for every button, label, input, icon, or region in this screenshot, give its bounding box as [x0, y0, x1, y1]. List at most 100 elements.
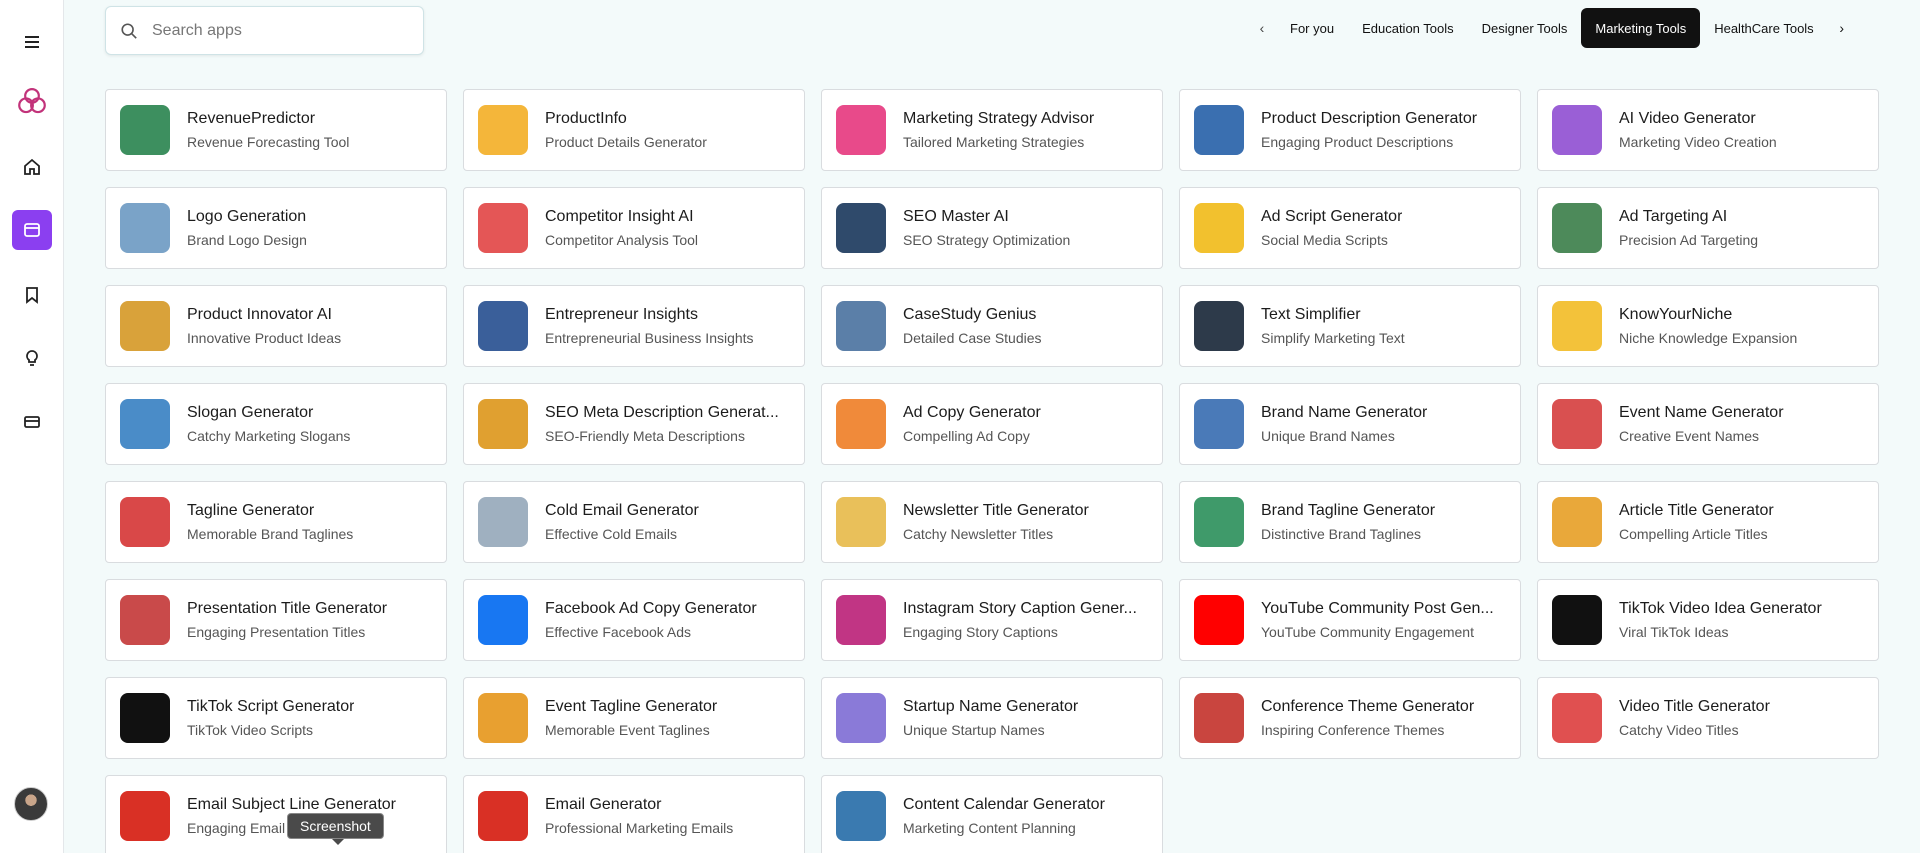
app-card[interactable]: Ad Targeting AI Precision Ad Targeting	[1537, 187, 1879, 269]
app-card[interactable]: Email Generator Professional Marketing Em…	[463, 775, 805, 853]
gmail-icon	[478, 791, 528, 841]
app-card[interactable]: Tagline Generator Memorable Brand Tagline…	[105, 481, 447, 563]
app-card[interactable]: Facebook Ad Copy Generator Effective Face…	[463, 579, 805, 661]
tab-for-you[interactable]: For you	[1276, 8, 1348, 48]
apps-icon[interactable]	[12, 210, 52, 250]
award-icon	[1194, 497, 1244, 547]
app-card[interactable]: Ad Copy Generator Compelling Ad Copy	[821, 383, 1163, 465]
app-card[interactable]: Cold Email Generator Effective Cold Email…	[463, 481, 805, 563]
app-card[interactable]: Conference Theme Generator Inspiring Conf…	[1179, 677, 1521, 759]
calendar-icon	[836, 105, 886, 155]
app-card[interactable]: Entrepreneur Insights Entrepreneurial Bus…	[463, 285, 805, 367]
content-plan-icon	[836, 791, 886, 841]
app-subtitle: Inspiring Conference Themes	[1261, 722, 1445, 738]
gmail-icon	[120, 791, 170, 841]
rocket-icon	[836, 693, 886, 743]
app-card[interactable]: SEO Master AI SEO Strategy Optimization	[821, 187, 1163, 269]
app-card[interactable]: Video Title Generator Catchy Video Titles	[1537, 677, 1879, 759]
app-subtitle: Social Media Scripts	[1261, 232, 1388, 248]
box-icon	[478, 105, 528, 155]
app-card[interactable]: Startup Name Generator Unique Startup Nam…	[821, 677, 1163, 759]
logo-icon[interactable]	[12, 81, 52, 121]
menu-icon[interactable]	[12, 22, 52, 62]
chevron-left-icon[interactable]: ‹	[1248, 8, 1276, 48]
app-title: RevenuePredictor	[187, 110, 316, 127]
app-card[interactable]: Instagram Story Caption Gener... Engaging…	[821, 579, 1163, 661]
chevron-right-icon[interactable]: ›	[1828, 8, 1856, 48]
search-input[interactable]	[152, 21, 402, 40]
app-card[interactable]: CaseStudy Genius Detailed Case Studies	[821, 285, 1163, 367]
app-card[interactable]: Email Subject Line Generator Engaging Ema…	[105, 775, 447, 853]
card-icon[interactable]	[12, 402, 52, 442]
app-card-text: Product Innovator AI Innovative Product I…	[187, 306, 341, 346]
app-card[interactable]: Event Tagline Generator Memorable Event T…	[463, 677, 805, 759]
idea-box-icon	[1194, 105, 1244, 155]
app-subtitle: Viral TikTok Ideas	[1619, 624, 1729, 640]
tab-healthcare-tools[interactable]: HealthCare Tools	[1700, 8, 1827, 48]
case-study-icon	[836, 301, 886, 351]
search-box	[105, 6, 424, 55]
app-card[interactable]: SEO Meta Description Generat... SEO-Frien…	[463, 383, 805, 465]
app-subtitle: SEO Strategy Optimization	[903, 232, 1071, 248]
app-card-text: Startup Name Generator Unique Startup Nam…	[903, 698, 1078, 738]
newsletter-icon	[836, 497, 886, 547]
app-card-text: CaseStudy Genius Detailed Case Studies	[903, 306, 1042, 346]
app-card[interactable]: Competitor Insight AI Competitor Analysis…	[463, 187, 805, 269]
app-card[interactable]: Content Calendar Generator Marketing Cont…	[821, 775, 1163, 853]
avatar[interactable]	[14, 787, 48, 821]
app-grid: RevenuePredictor Revenue Forecasting Tool…	[105, 89, 1879, 853]
app-title: YouTube Community Post Gen...	[1261, 600, 1494, 617]
app-card-text: Content Calendar Generator Marketing Cont…	[903, 796, 1105, 836]
app-card-text: Tagline Generator Memorable Brand Tagline…	[187, 502, 353, 542]
app-title: Tagline Generator	[187, 502, 315, 519]
youtube-icon	[1194, 595, 1244, 645]
app-card[interactable]: Event Name Generator Creative Event Names	[1537, 383, 1879, 465]
app-subtitle: Entrepreneurial Business Insights	[545, 330, 754, 346]
app-card[interactable]: Logo Generation Brand Logo Design	[105, 187, 447, 269]
app-card[interactable]: RevenuePredictor Revenue Forecasting Tool	[105, 89, 447, 171]
app-card[interactable]: Newsletter Title Generator Catchy Newslet…	[821, 481, 1163, 563]
app-card-text: Video Title Generator Catchy Video Titles	[1619, 698, 1770, 738]
app-card[interactable]: Presentation Title Generator Engaging Pre…	[105, 579, 447, 661]
app-card-text: Event Name Generator Creative Event Names	[1619, 404, 1784, 444]
app-card-text: SEO Master AI SEO Strategy Optimization	[903, 208, 1070, 248]
app-card-text: Ad Copy Generator Compelling Ad Copy	[903, 404, 1041, 444]
app-subtitle: Engaging Presentation Titles	[187, 624, 366, 640]
app-card[interactable]: AI Video Generator Marketing Video Creati…	[1537, 89, 1879, 171]
app-card[interactable]: Text Simplifier Simplify Marketing Text	[1179, 285, 1521, 367]
tab-education-tools[interactable]: Education Tools	[1348, 8, 1468, 48]
app-card[interactable]: ProductInfo Product Details Generator	[463, 89, 805, 171]
app-card[interactable]: TikTok Video Idea Generator Viral TikTok …	[1537, 579, 1879, 661]
app-card[interactable]: YouTube Community Post Gen... YouTube Com…	[1179, 579, 1521, 661]
app-card[interactable]: Ad Script Generator Social Media Scripts	[1179, 187, 1521, 269]
app-card[interactable]: Brand Name Generator Unique Brand Names	[1179, 383, 1521, 465]
app-card-text: Logo Generation Brand Logo Design	[187, 208, 307, 248]
category-tabs: ‹ For you Education Tools Designer Tools…	[1248, 7, 1856, 49]
app-card[interactable]: TikTok Script Generator TikTok Video Scri…	[105, 677, 447, 759]
app-card-text: Presentation Title Generator Engaging Pre…	[187, 600, 387, 640]
bulb-icon[interactable]	[12, 338, 52, 378]
event-sign-icon	[478, 693, 528, 743]
home-icon[interactable]	[12, 147, 52, 187]
app-card[interactable]: Product Description Generator Engaging Pr…	[1179, 89, 1521, 171]
presenter-icon	[120, 595, 170, 645]
app-card[interactable]: Brand Tagline Generator Distinctive Brand…	[1179, 481, 1521, 563]
app-card[interactable]: Product Innovator AI Innovative Product I…	[105, 285, 447, 367]
app-title: Event Name Generator	[1619, 404, 1784, 421]
app-title: Slogan Generator	[187, 404, 314, 421]
bookmark-icon[interactable]	[12, 275, 52, 315]
app-card[interactable]: Slogan Generator Catchy Marketing Slogans	[105, 383, 447, 465]
tab-designer-tools[interactable]: Designer Tools	[1468, 8, 1582, 48]
seo-icon	[836, 203, 886, 253]
ad-copy-icon	[836, 399, 886, 449]
app-card-text: Ad Targeting AI Precision Ad Targeting	[1619, 208, 1758, 248]
app-card[interactable]: Marketing Strategy Advisor Tailored Marke…	[821, 89, 1163, 171]
app-subtitle: Unique Startup Names	[903, 722, 1045, 738]
app-card-text: Conference Theme Generator Inspiring Conf…	[1261, 698, 1474, 738]
app-card-text: Entrepreneur Insights Entrepreneurial Bus…	[545, 306, 754, 346]
app-card-text: Slogan Generator Catchy Marketing Slogans	[187, 404, 350, 444]
app-card[interactable]: Article Title Generator Compelling Articl…	[1537, 481, 1879, 563]
tab-marketing-tools[interactable]: Marketing Tools	[1581, 8, 1701, 48]
app-subtitle: Tailored Marketing Strategies	[903, 134, 1085, 150]
app-card[interactable]: KnowYourNiche Niche Knowledge Expansion	[1537, 285, 1879, 367]
